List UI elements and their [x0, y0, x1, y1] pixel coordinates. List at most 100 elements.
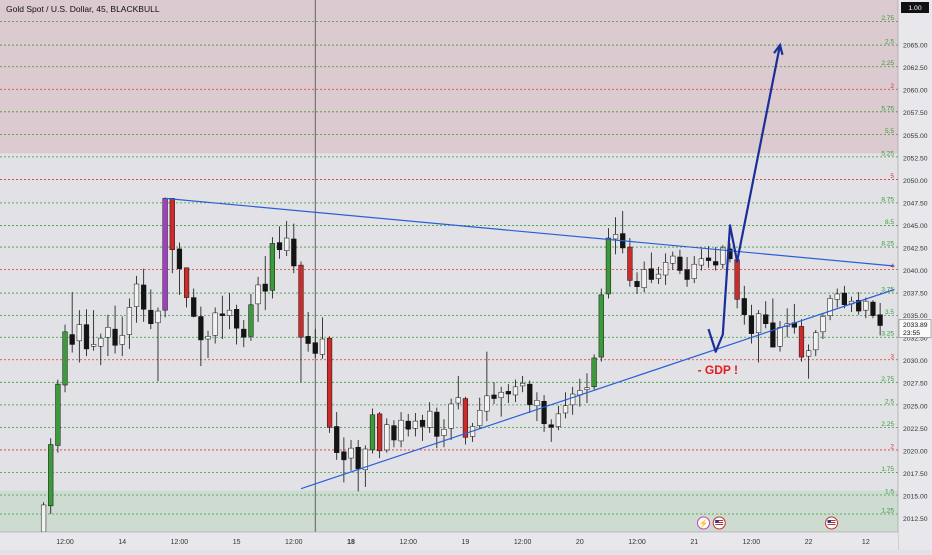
fib-level-label: 3.5: [885, 309, 894, 316]
candle-body: [698, 258, 704, 266]
candle-body: [276, 242, 283, 251]
candle-body: [827, 298, 833, 316]
candle: [605, 228, 612, 299]
candle-body: [641, 269, 647, 288]
candle-body: [291, 238, 297, 267]
chart-title: Gold Spot / U.S. Dollar, 45, BLACKBULL: [6, 4, 160, 14]
time-tick-label: 22: [805, 539, 813, 546]
candle-body: [648, 268, 654, 280]
candle-body: [119, 335, 125, 345]
price-tick-label: 2017.50: [903, 471, 928, 478]
fib-level-label: 3.25: [881, 331, 894, 338]
candle-body: [69, 334, 75, 345]
candle-body: [655, 273, 662, 279]
candle-body: [505, 391, 511, 395]
candle-body: [548, 424, 554, 428]
candle: [598, 288, 604, 362]
candle-body: [763, 314, 769, 324]
fib-level-label: 2: [890, 83, 894, 90]
price-tick-label: 2065.00: [903, 43, 928, 50]
candle-body: [713, 261, 719, 266]
candle-body: [863, 300, 869, 311]
fib-level-label: 2.25: [881, 421, 894, 428]
candle-body: [534, 400, 540, 407]
price-tick-label: 2050.00: [903, 178, 928, 185]
candle: [591, 354, 597, 390]
time-tick-label: 12:00: [285, 539, 303, 546]
fib-level-label: 5.5: [885, 128, 894, 135]
price-tick-label: 2045.00: [903, 223, 928, 230]
lightning-icon: ⚡: [699, 518, 709, 528]
fib-level-label: 8.25: [881, 241, 894, 248]
candle-body: [341, 451, 347, 461]
price-tick-label: 2062.50: [903, 65, 928, 72]
candle-body: [377, 413, 383, 452]
candle-body: [777, 327, 783, 347]
fib-level-label: 8.5: [885, 219, 894, 226]
candle-body: [555, 413, 561, 427]
time-tick-label: 12:00: [743, 539, 761, 546]
time-tick-label: 12:00: [56, 539, 74, 546]
candle: [62, 324, 68, 393]
candle-body: [319, 338, 326, 355]
candle: [55, 379, 61, 453]
time-tick-label: 12:00: [399, 539, 417, 546]
candle-body: [870, 301, 876, 316]
candle-body: [448, 403, 454, 429]
candle: [269, 237, 275, 299]
price-tick-label: 2030.00: [903, 358, 928, 365]
candle-body: [98, 337, 104, 347]
countdown-label: 23:55: [903, 330, 920, 337]
candle: [462, 396, 469, 445]
event-icon[interactable]: ⚡: [697, 516, 711, 530]
event-icon[interactable]: [712, 516, 726, 530]
candle-body: [419, 419, 426, 427]
time-tick-label: 18: [347, 539, 355, 546]
price-chart[interactable]: 1.251.51.7522.252.52.7533.253.53.7548.25…: [0, 0, 932, 550]
price-tick-label: 2012.50: [903, 516, 928, 523]
time-tick-label: 12:00: [171, 539, 189, 546]
candle-body: [234, 309, 240, 329]
candle-body: [241, 328, 247, 338]
candle-body: [226, 309, 233, 316]
price-tick-label: 2027.50: [903, 381, 928, 388]
candle-body: [684, 269, 690, 280]
candle-body: [76, 324, 82, 342]
candle-body: [141, 284, 147, 310]
fib-level-label: 5: [890, 173, 894, 180]
flag-stripe: [715, 524, 724, 525]
price-tick-label: 2055.00: [903, 133, 928, 140]
candle-body: [105, 327, 111, 338]
candle-body: [334, 426, 340, 453]
flag-stripe: [827, 524, 836, 525]
candle-body: [691, 263, 697, 279]
candle: [48, 438, 54, 514]
candle-body: [169, 198, 175, 251]
candle-body: [155, 310, 161, 324]
candle-body: [605, 237, 612, 295]
candle-body: [191, 297, 197, 317]
candle-body: [83, 324, 90, 350]
price-tick-label: 2042.50: [903, 245, 928, 252]
candle: [870, 300, 876, 319]
time-tick-label: 12: [862, 539, 870, 546]
candle-body: [498, 391, 504, 398]
fib-level-label: 1.5: [885, 489, 894, 496]
fib-level-label: 5.75: [881, 105, 894, 112]
candle-body: [62, 331, 68, 386]
candle-body: [834, 293, 840, 300]
candle-body: [112, 328, 118, 346]
price-tick-label: 2057.50: [903, 110, 928, 117]
time-tick-label: 21: [690, 539, 698, 546]
candle-body: [162, 198, 168, 311]
candle-body: [734, 259, 740, 300]
price-tick-label: 2052.50: [903, 155, 928, 162]
time-tick-label: 19: [462, 539, 470, 546]
candle-body: [176, 248, 183, 269]
event-icon[interactable]: [825, 516, 839, 530]
candle-body: [198, 316, 204, 341]
candle-body: [584, 387, 590, 390]
candle-body: [462, 398, 469, 438]
fib-level-label: 2.25: [881, 60, 894, 67]
candle-body: [205, 336, 211, 340]
